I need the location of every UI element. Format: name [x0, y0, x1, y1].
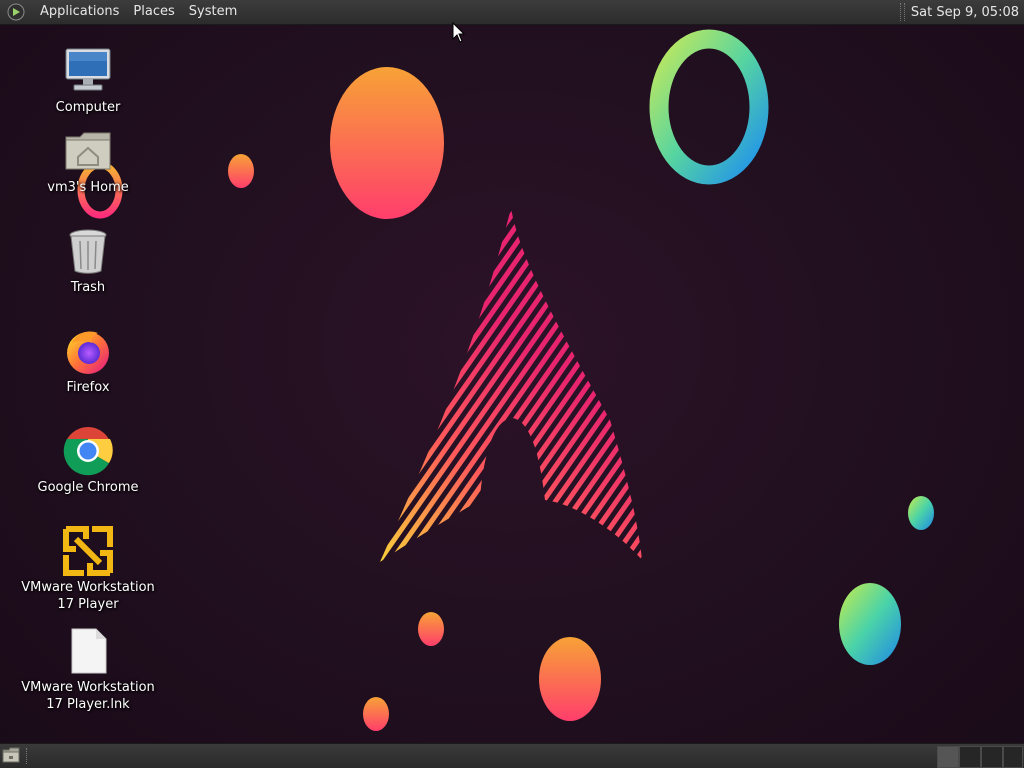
clock[interactable]: Sat Sep 9, 05:08	[911, 5, 1024, 20]
desktop-icon-label: Firefox	[66, 380, 110, 395]
system-menu[interactable]: System	[182, 0, 244, 24]
desktop-icon-label: vm3's Home	[47, 180, 129, 195]
mouse-pointer-icon	[452, 22, 466, 43]
computer-icon	[62, 45, 114, 97]
desktop-icon-computer[interactable]: Computer	[18, 45, 158, 116]
desktop-icon-firefox[interactable]: Firefox	[18, 325, 158, 396]
desktop-icon-label: VMware Workstation 17 Player.lnk	[21, 680, 155, 712]
desktop-icon-vmware[interactable]: VMware Workstation 17 Player	[18, 525, 158, 613]
workspace-4[interactable]	[1003, 746, 1023, 768]
desktop-icon-vmware-lnk[interactable]: VMware Workstation 17 Player.lnk	[18, 625, 158, 713]
desktop-icon-home[interactable]: vm3's Home	[18, 125, 158, 196]
mate-menu-icon[interactable]	[7, 3, 25, 21]
top-panel: Applications Places System Sat Sep 9, 05…	[0, 0, 1024, 25]
vmware-icon	[62, 525, 114, 577]
file-icon	[62, 625, 114, 677]
workspace-1[interactable]	[937, 746, 959, 768]
desktop-icon-label: VMware Workstation 17 Player	[21, 580, 155, 612]
desktop-icon-label: Trash	[70, 280, 106, 295]
places-menu[interactable]: Places	[126, 0, 181, 24]
workspace-3[interactable]	[981, 746, 1003, 768]
desktop-icon-label: Google Chrome	[37, 480, 139, 495]
show-desktop-icon[interactable]	[2, 747, 21, 764]
trash-icon	[62, 225, 114, 277]
home-folder-icon	[62, 125, 114, 177]
applications-menu[interactable]: Applications	[33, 0, 126, 24]
desktop-icon-label: Computer	[55, 100, 121, 115]
panel-handle[interactable]	[899, 3, 905, 21]
desktop-icon-trash[interactable]: Trash	[18, 225, 158, 296]
bottom-panel	[0, 743, 1024, 768]
desktop-icon-chrome[interactable]: Google Chrome	[18, 425, 158, 496]
workspace-2[interactable]	[959, 746, 981, 768]
panel-handle[interactable]	[26, 748, 31, 764]
firefox-icon	[62, 325, 114, 377]
chrome-icon	[62, 425, 114, 477]
